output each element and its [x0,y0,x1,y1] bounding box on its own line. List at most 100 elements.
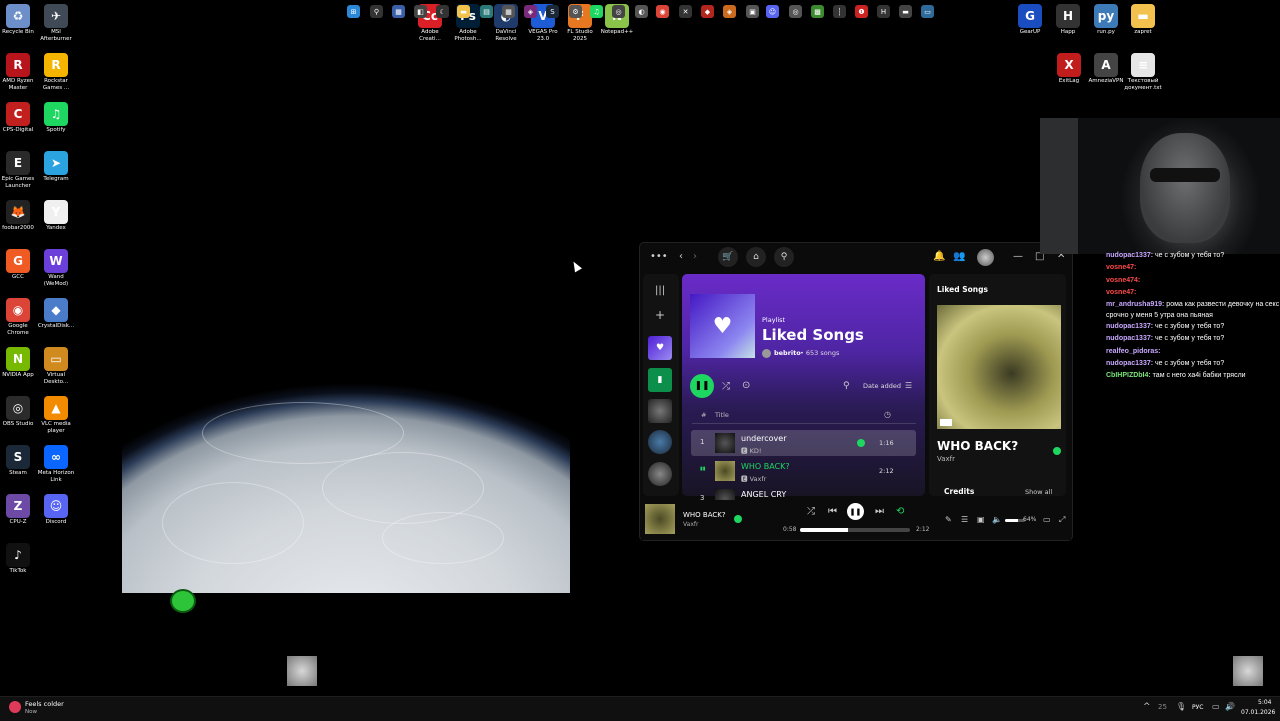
show-all-link[interactable]: Show all [1025,488,1052,496]
steam-taskbar-icon[interactable]: S [546,5,559,18]
search-button[interactable]: ⚲ [774,247,794,267]
chat-username[interactable]: CbIHPIZDbI4: [1106,372,1151,379]
chat-username[interactable]: nudopac1337: [1106,323,1153,330]
weather-title[interactable]: Feels colder [25,700,64,708]
friends-icon[interactable]: 👥 [953,251,965,262]
app-icon-14[interactable]: ▭ [921,5,934,18]
liked-check-icon[interactable] [1053,447,1061,455]
library-icon[interactable]: ||| [655,285,665,296]
track-artist[interactable]: 🅴 KD! [741,445,761,455]
clock-date[interactable]: 07.01.2026 [1241,709,1275,716]
chat-username[interactable]: mr_andrusha919: [1106,301,1164,308]
desktop-icon[interactable]: ☺ Discord [36,494,76,526]
app-icon-7[interactable]: ✕ [679,5,692,18]
desktop-icon[interactable]: N NVIDIA App [0,347,38,379]
search-icon[interactable]: ⚲ [370,5,383,18]
progress-bar[interactable] [800,528,910,532]
network-icon[interactable]: ▭ [1212,702,1220,711]
desktop-icon[interactable]: ≡ Текстовый документ.txt [1123,53,1163,91]
lyrics-icon[interactable]: ✎ [945,515,952,524]
previous-track-icon[interactable]: ⏮ [828,506,837,517]
player-pause-button[interactable]: ❚❚ [847,503,864,520]
chat-username[interactable]: nudopac1337: [1106,360,1153,367]
desktop-icon[interactable]: C CPS-Digital [0,102,38,134]
app-icon-3[interactable]: ▤ [480,5,493,18]
avatar[interactable] [977,249,994,266]
chat-username[interactable]: vosne474: [1106,277,1140,284]
track-title[interactable]: ANGEL CRY [741,490,786,499]
now-playing-artist[interactable]: Vaxfr [683,521,698,528]
desktop-icon[interactable]: G GearUP [1010,4,1050,36]
desktop-icon[interactable]: ◎ OBS Studio [0,396,38,428]
desktop-icon[interactable]: ♪ TikTok [0,543,38,575]
chat-username[interactable]: nudopac1337: [1106,252,1153,259]
track-row[interactable]: ▮▮ WHO BACK? 🅴 Vaxfr 2:12 [691,458,916,484]
now-playing-title[interactable]: WHO BACK? [683,511,726,519]
file-explorer-icon[interactable]: ▬ [457,5,470,18]
track-title[interactable]: undercover [741,434,787,443]
miniplayer-icon[interactable]: ▭ [1043,515,1051,524]
connect-device-icon[interactable]: ▣ [977,515,985,524]
repeat-icon[interactable]: ⟲ [896,506,904,517]
discord-taskbar-icon[interactable]: ☺ [766,5,779,18]
desktop-icon[interactable]: ▲ VLC media player [36,396,76,434]
app-icon-11[interactable]: ◎ [789,5,802,18]
app-icon-4[interactable]: ◈ [524,5,537,18]
right-panel-song-title[interactable]: WHO BACK? [937,439,1018,453]
desktop-icon[interactable]: ♫ Spotify [36,102,76,134]
desktop-icon[interactable]: A AmneziaVPN [1086,53,1126,85]
app-icon-8[interactable]: ◆ [701,5,714,18]
desktop-icon[interactable]: R AMD Ryzen Master [0,53,38,91]
track-artist[interactable]: 🅴 Vaxfr [741,473,766,483]
settings-icon[interactable]: ⚙ [569,5,582,18]
desktop-icon[interactable]: Z CPU-Z [0,494,38,526]
right-panel-artist[interactable]: Vaxfr [937,455,955,463]
weather-icon[interactable] [9,701,21,713]
minimize-button[interactable]: — [1013,251,1023,262]
desktop-icon[interactable]: E Epic Games Launcher [0,151,38,189]
volume-slider[interactable] [1005,519,1025,522]
desktop-icon[interactable]: H Happ [1048,4,1088,36]
your-episodes-tile[interactable]: ▮ [648,368,672,392]
terminal-icon[interactable]: ▬ [899,5,912,18]
speaker-icon[interactable]: 🔊 [1225,702,1235,711]
desktop-icon[interactable]: G GCC [0,249,38,281]
next-track-icon[interactable]: ⏭ [875,506,884,517]
app-icon-9[interactable]: ◈ [723,5,736,18]
play-pause-button[interactable]: ❚❚ [690,374,714,398]
player-shuffle-icon[interactable]: ⤮ [807,506,815,517]
liked-check-icon[interactable] [857,439,865,447]
forward-arrow-icon[interactable]: › [693,251,697,262]
start-icon[interactable]: ⊞ [347,5,360,18]
calculator-icon[interactable]: ▦ [502,5,515,18]
app-icon-2[interactable]: ☾ [436,5,449,18]
desktop-icon[interactable]: Y Yandex [36,200,76,232]
desktop-icon[interactable]: 🦊 foobar2000 [0,200,38,232]
happ-taskbar-icon[interactable]: H [877,5,890,18]
desktop-icon[interactable]: ▬ zapret [1123,4,1163,36]
language-indicator[interactable]: РУС [1192,704,1203,711]
desktop-icon[interactable]: R Rockstar Games ... [36,53,76,91]
chat-username[interactable]: realfeo_pidoras: [1106,348,1160,355]
search-playlist-icon[interactable]: ⚲ [843,381,850,391]
shuffle-icon[interactable]: ⤮ [722,381,730,392]
track-title[interactable]: WHO BACK? [741,462,790,471]
sort-dropdown[interactable]: Date added [863,382,901,390]
chat-username[interactable]: vosne47: [1106,264,1136,271]
back-arrow-icon[interactable]: ‹ [679,251,683,262]
volume-icon[interactable]: 🔈 [992,515,1002,524]
liked-songs-tile[interactable]: ♥ [648,336,672,360]
app-icon-6[interactable]: ◐ [635,5,648,18]
home-button[interactable]: ⌂ [746,247,766,267]
minecraft-icon[interactable]: ▩ [811,5,824,18]
artist-tile-2[interactable] [648,462,672,486]
app-icon-12[interactable]: ┆ [833,5,846,18]
add-icon[interactable]: + [655,308,665,322]
desktop-icon[interactable]: ♻ Recycle Bin [0,4,38,36]
desktop-icon[interactable]: py run.py [1086,4,1126,36]
more-menu-icon[interactable]: ••• [650,251,668,262]
now-playing-liked-icon[interactable] [734,515,742,523]
list-view-icon[interactable]: ☰ [905,381,912,390]
app-icon-13[interactable]: ❶ [855,5,868,18]
desktop-icon[interactable]: ◆ CrystalDisk... [36,298,76,330]
